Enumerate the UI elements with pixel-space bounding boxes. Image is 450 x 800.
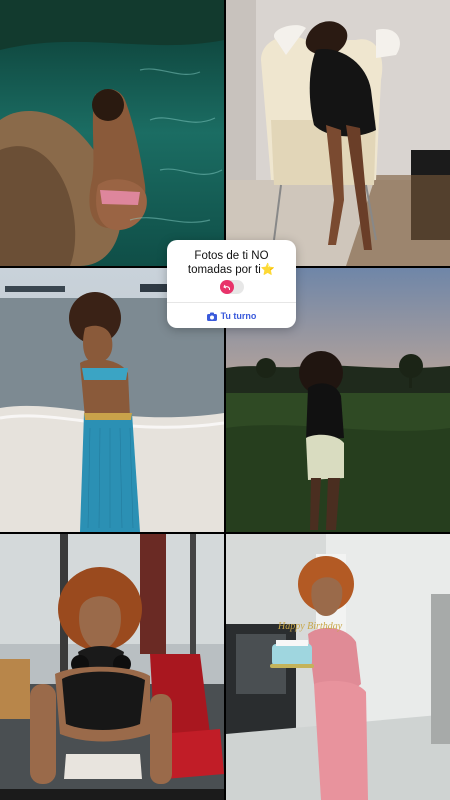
photo-rocks-water-image [0, 0, 224, 266]
reply-arrow-icon [222, 284, 230, 291]
photo-gym-image [0, 534, 224, 800]
sticker-prompt: Fotos de ti NO tomadas por ti⭐ [187, 250, 276, 276]
sticker-divider [167, 302, 296, 303]
your-turn-button[interactable]: Tu turno [167, 306, 296, 326]
cake-topper-text: Happy Birthday [277, 621, 343, 632]
photo-gym[interactable] [0, 534, 224, 800]
sticker-toggle[interactable] [219, 280, 244, 294]
your-turn-label: Tu turno [220, 311, 257, 321]
photo-birthday-cake[interactable]: Happy Birthday [226, 534, 450, 800]
photo-white-chair[interactable] [226, 0, 450, 266]
photo-white-chair-image [226, 0, 450, 266]
photo-collage-grid: Happy Birthday [0, 0, 450, 800]
photo-birthday-cake-image: Happy Birthday [226, 534, 450, 800]
photo-rocks-water[interactable] [0, 0, 224, 266]
camera-icon [206, 312, 217, 321]
toggle-knob [219, 280, 234, 294]
question-sticker[interactable]: Fotos de ti NO tomadas por ti⭐ Tu turno [167, 240, 296, 328]
